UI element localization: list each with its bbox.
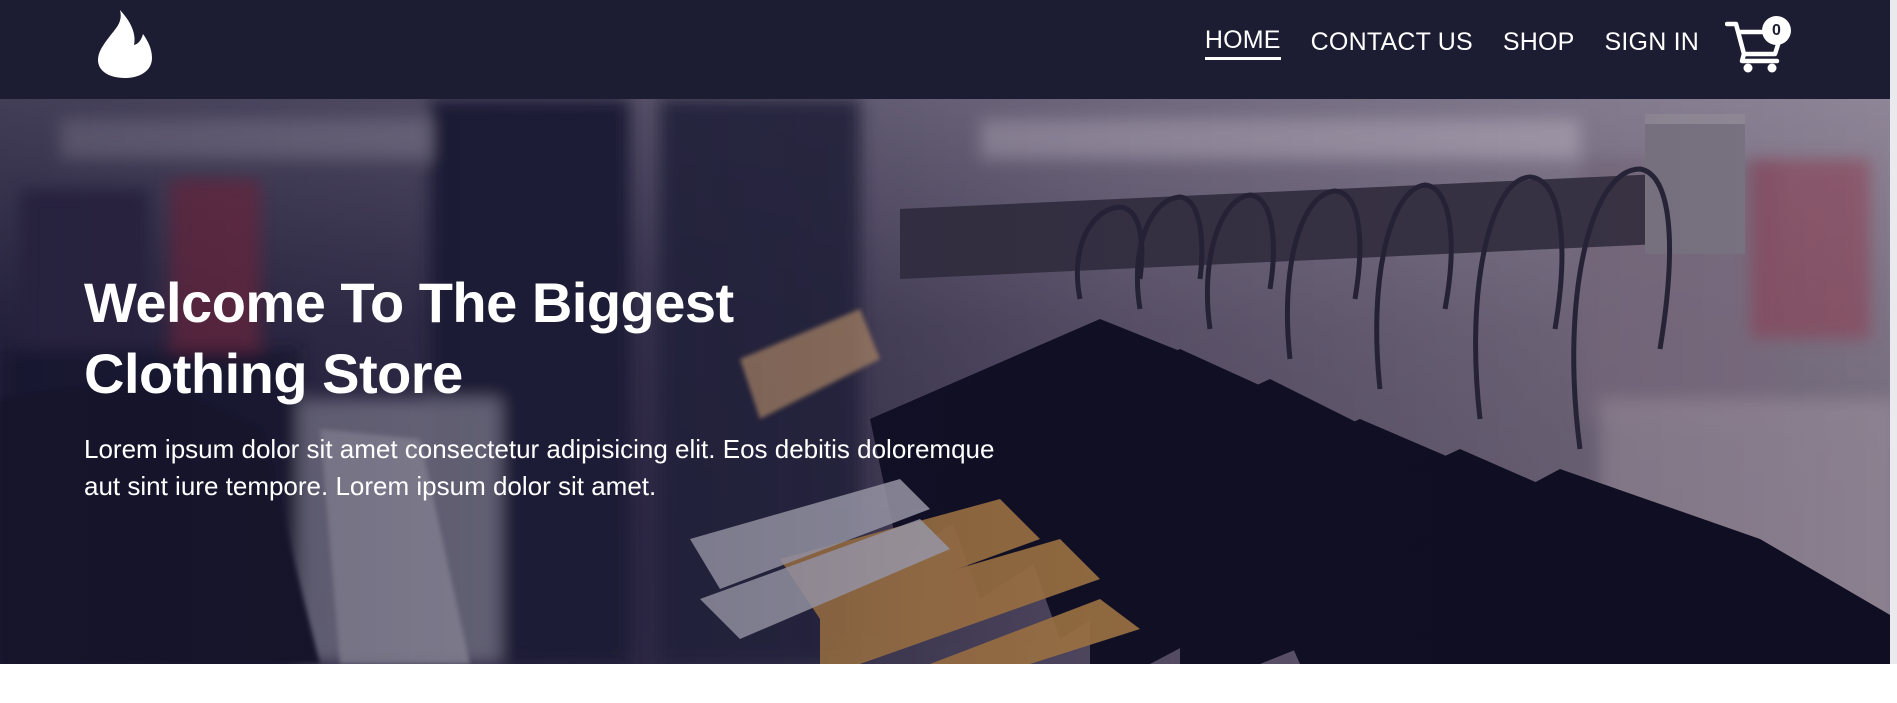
navbar: HOME CONTACT US SHOP SIGN IN 0 <box>0 0 1897 99</box>
page: HOME CONTACT US SHOP SIGN IN 0 Welcome T… <box>0 0 1897 703</box>
cart-button[interactable]: 0 <box>1724 16 1793 74</box>
flame-icon[interactable] <box>96 8 154 80</box>
main-nav: HOME CONTACT US SHOP SIGN IN <box>1204 26 1699 60</box>
hero-description: Lorem ipsum dolor sit amet consectetur a… <box>84 434 995 501</box>
nav-sign-in[interactable]: SIGN IN <box>1605 28 1699 59</box>
nav-shop[interactable]: SHOP <box>1503 28 1575 59</box>
nav-home[interactable]: HOME <box>1204 26 1281 60</box>
hero-banner: Welcome To The Biggest Clothing Store Lo… <box>0 99 1897 664</box>
cart-count-badge: 0 <box>1762 16 1791 45</box>
hero-content: Welcome To The Biggest Clothing Store Lo… <box>84 267 1044 505</box>
nav-contact-us[interactable]: CONTACT US <box>1311 28 1473 59</box>
hero-title: Welcome To The Biggest Clothing Store <box>84 271 734 405</box>
scrollbar[interactable] <box>1890 0 1897 664</box>
